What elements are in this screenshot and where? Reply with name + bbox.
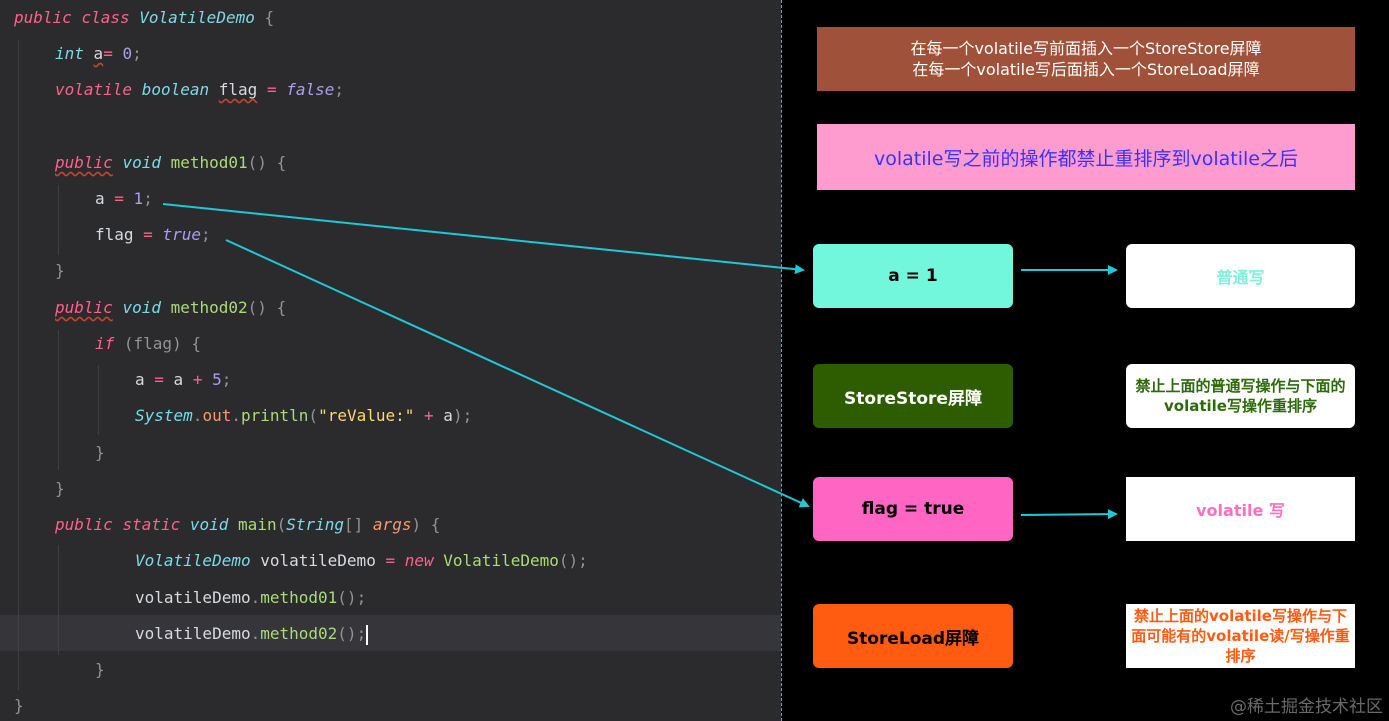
code-line-6: a = 1; [95, 189, 153, 208]
code-line-1: public class VolatileDemo { [14, 8, 275, 27]
code-line-3: volatile boolean flag = false; [55, 80, 345, 99]
barrier-rule-header: 在每一个volatile写前面插入一个StoreStore屏障 在每一个vola… [817, 27, 1355, 91]
code-line-11: a = a + 5; [135, 370, 232, 389]
code-line-13: } [95, 443, 105, 462]
code-line-16: VolatileDemo volatileDemo = new Volatile… [135, 551, 588, 570]
indent-guide [98, 365, 99, 435]
reorder-rule: volatile写之前的操作都禁止重排序到volatile之后 [817, 124, 1355, 190]
note-storeload: 禁止上面的volatile写操作与下面可能有的volatile读/写操作重排序 [1126, 604, 1355, 668]
indent-guide [58, 185, 59, 255]
code-line-17: volatileDemo.method01(); [135, 588, 367, 607]
note-storestore: 禁止上面的普通写操作与下面的volatile写操作重排序 [1126, 364, 1355, 428]
code-line-19: } [95, 660, 105, 679]
current-line-highlight [0, 615, 781, 651]
op-box-storeload-barrier: StoreLoad屏障 [813, 604, 1013, 668]
code-line-9: public void method02() { [55, 298, 287, 317]
note-normal-write: 普通写 [1126, 244, 1355, 308]
diagram-pane: 在每一个volatile写前面插入一个StoreStore屏障 在每一个vola… [782, 0, 1389, 721]
code-line-8: } [55, 261, 65, 280]
header-line-2: 在每一个volatile写后面插入一个StoreLoad屏障 [912, 60, 1260, 79]
note-volatile-write: volatile 写 [1126, 477, 1355, 541]
text-cursor [366, 624, 369, 645]
code-line-18: volatileDemo.method02(); [135, 624, 369, 645]
op-box-storestore-barrier: StoreStore屏障 [813, 364, 1013, 428]
code-line-5: public void method01() { [55, 153, 287, 172]
header-line-1: 在每一个volatile写前面插入一个StoreStore屏障 [910, 39, 1262, 58]
code-line-15: public static void main(String[] args) { [55, 515, 441, 534]
code-line-14: } [55, 479, 65, 498]
indent-guide [58, 545, 59, 655]
code-line-12: System.out.println("reValue:" + a); [135, 406, 473, 425]
op-box-normal-write: a = 1 [813, 244, 1013, 308]
code-line-20: } [14, 696, 24, 715]
code-line-10: if (flag) { [95, 334, 201, 353]
op-box-volatile-write: flag = true [813, 477, 1013, 541]
code-line-2: int a= 0; [55, 44, 142, 63]
code-editor[interactable]: public class VolatileDemo { int a= 0; vo… [0, 0, 781, 721]
watermark: @稀土掘金技术社区 [1230, 697, 1383, 717]
indent-guide [58, 330, 59, 470]
indent-guide [18, 40, 19, 690]
code-line-7: flag = true; [95, 225, 211, 244]
